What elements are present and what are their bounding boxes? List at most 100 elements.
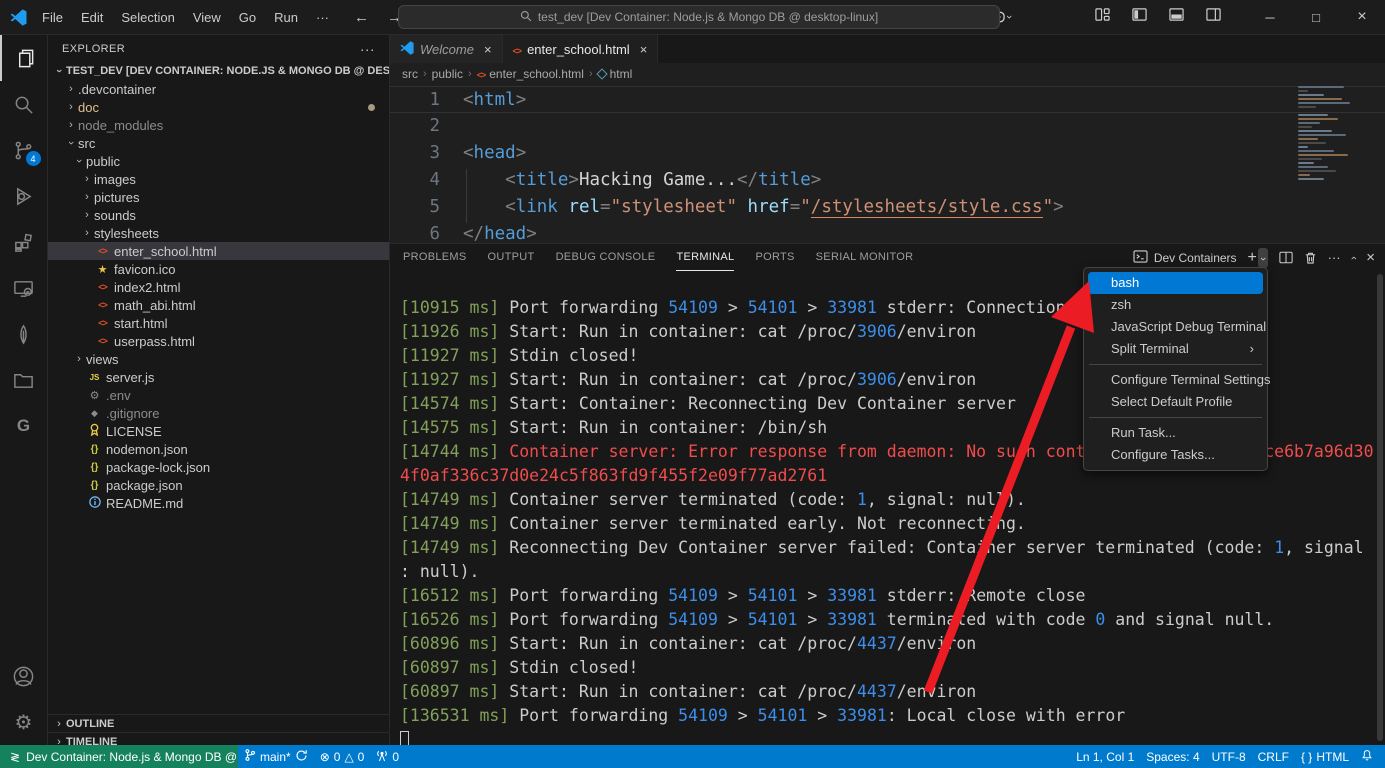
tree-item[interactable]: ›doc — [48, 98, 389, 116]
eol-status[interactable]: CRLF — [1252, 750, 1295, 764]
menu-go[interactable]: Go — [230, 6, 265, 29]
menu-item-javascript-debug-terminal[interactable]: JavaScript Debug Terminal — [1088, 316, 1263, 338]
tree-item[interactable]: ›.devcontainer — [48, 80, 389, 98]
maximize-button[interactable]: □ — [1293, 0, 1339, 35]
menu-selection[interactable]: Selection — [112, 6, 183, 29]
tree-item[interactable]: LICENSE — [48, 422, 389, 440]
code-line[interactable]: 3<head> — [390, 140, 1385, 167]
tree-item[interactable]: {}package.json — [48, 476, 389, 494]
menu-item-select-default-profile[interactable]: Select Default Profile — [1088, 391, 1263, 413]
tree-item[interactable]: JSserver.js — [48, 368, 389, 386]
command-center-search[interactable]: test_dev [Dev Container: Node.js & Mongo… — [398, 5, 1000, 29]
activity-settings[interactable]: ⚙ — [0, 699, 48, 745]
indentation-status[interactable]: Spaces: 4 — [1140, 750, 1205, 764]
maximize-panel-icon[interactable]: › — [1347, 256, 1359, 260]
activity-account[interactable] — [0, 653, 48, 699]
toggle-secondary-sidebar-icon[interactable] — [1206, 7, 1221, 27]
remote-indicator[interactable]: ≷ Dev Container: Node.js & Mongo DB @ de… — [0, 745, 238, 768]
menu-item-run-task-[interactable]: Run Task... — [1088, 422, 1263, 444]
minimize-button[interactable]: ─ — [1247, 0, 1293, 35]
close-tab-icon[interactable]: × — [484, 42, 492, 57]
notifications-bell[interactable] — [1355, 749, 1379, 765]
code-line[interactable]: 1<html> — [390, 86, 1385, 113]
git-branch-status[interactable]: main* — [238, 748, 314, 765]
activity-extensions[interactable] — [0, 219, 48, 265]
menu-item-configure-tasks-[interactable]: Configure Tasks... — [1088, 444, 1263, 466]
menu-[interactable]: ··· — [307, 6, 338, 29]
terminal-scrollbar[interactable] — [1377, 274, 1383, 741]
tree-item[interactable]: <>math_abi.html — [48, 296, 389, 314]
problems-status[interactable]: ⊗ 0 △ 0 — [314, 750, 371, 764]
cursor-position[interactable]: Ln 1, Col 1 — [1070, 750, 1140, 764]
tree-item[interactable]: <>enter_school.html — [48, 242, 389, 260]
menu-item-configure-terminal-settings[interactable]: Configure Terminal Settings — [1088, 369, 1263, 391]
menu-view[interactable]: View — [184, 6, 230, 29]
language-mode[interactable]: { } HTML — [1295, 750, 1355, 764]
customize-layout-icon[interactable] — [1095, 7, 1110, 27]
menu-edit[interactable]: Edit — [72, 6, 112, 29]
menu-item-zsh[interactable]: zsh — [1088, 294, 1263, 316]
section-timeline[interactable]: ›TIMELINE — [48, 732, 389, 745]
activity-mongodb[interactable] — [0, 311, 48, 357]
tree-item[interactable]: ◆.gitignore — [48, 404, 389, 422]
activity-search[interactable] — [0, 81, 48, 127]
back-button[interactable]: ← — [354, 9, 369, 26]
toggle-panel-icon[interactable] — [1169, 7, 1184, 27]
explorer-more-actions-icon[interactable]: ··· — [360, 41, 375, 57]
code-line[interactable]: 2 — [390, 113, 1385, 140]
close-panel-icon[interactable]: × — [1366, 249, 1375, 266]
tree-item[interactable]: ⚙.env — [48, 386, 389, 404]
activity-explorer[interactable] — [0, 35, 48, 81]
activity-remote-explorer[interactable] — [0, 265, 48, 311]
tree-item[interactable]: ›images — [48, 170, 389, 188]
code-line[interactable]: 5 <link rel="stylesheet" href="/styleshe… — [390, 194, 1385, 221]
tree-item[interactable]: ›public — [48, 152, 389, 170]
close-tab-icon[interactable]: × — [640, 42, 648, 57]
tree-item[interactable]: ›src — [48, 134, 389, 152]
terminal-profile[interactable]: Dev Containers — [1133, 250, 1237, 266]
section-outline[interactable]: ›OUTLINE — [48, 714, 389, 732]
tree-item[interactable]: ›TEST_DEV [DEV CONTAINER: NODE.JS & MONG… — [48, 62, 389, 80]
tree-item[interactable]: ›views — [48, 350, 389, 368]
split-terminal-icon[interactable] — [1279, 251, 1293, 264]
tree-item[interactable]: <>userpass.html — [48, 332, 389, 350]
tree-item[interactable]: ›node_modules — [48, 116, 389, 134]
tree-item[interactable]: ›sounds — [48, 206, 389, 224]
menu-item-split-terminal[interactable]: Split Terminal› — [1088, 338, 1263, 360]
tree-item[interactable]: {}package-lock.json — [48, 458, 389, 476]
activity-run-debug[interactable] — [0, 173, 48, 219]
tab-enter-school-html[interactable]: <>enter_school.html× — [503, 35, 659, 63]
tree-item[interactable]: <>index2.html — [48, 278, 389, 296]
tree-item[interactable]: ★favicon.ico — [48, 260, 389, 278]
panel-tab-output[interactable]: OUTPUT — [488, 244, 535, 271]
kill-terminal-icon[interactable] — [1304, 251, 1317, 265]
terminal-profile-dropdown-button[interactable]: › — [1258, 248, 1268, 268]
tree-item[interactable]: ›stylesheets — [48, 224, 389, 242]
tree-item[interactable]: ›pictures — [48, 188, 389, 206]
toggle-sidebar-icon[interactable] — [1132, 7, 1147, 27]
activity-source-control[interactable]: 4 — [0, 127, 48, 173]
new-terminal-button[interactable]: + — [1248, 249, 1257, 267]
activity-gitlens[interactable]: G — [0, 403, 48, 449]
panel-tab-ports[interactable]: PORTS — [755, 244, 794, 271]
tab-welcome[interactable]: Welcome× — [390, 35, 503, 63]
activity-project-manager[interactable] — [0, 357, 48, 403]
breadcrumb-item[interactable]: src — [402, 67, 418, 81]
menu-run[interactable]: Run — [265, 6, 307, 29]
tree-item[interactable]: {}nodemon.json — [48, 440, 389, 458]
encoding-status[interactable]: UTF-8 — [1206, 750, 1252, 764]
menu-file[interactable]: File — [33, 6, 72, 29]
tree-item[interactable]: <>start.html — [48, 314, 389, 332]
forwarded-ports-status[interactable]: 0 — [370, 749, 405, 765]
panel-tab-debug-console[interactable]: DEBUG CONSOLE — [556, 244, 656, 271]
panel-tab-terminal[interactable]: TERMINAL — [676, 244, 734, 271]
code-line[interactable]: 4 <title>Hacking Game...</title> — [390, 167, 1385, 194]
panel-more-actions-icon[interactable]: ··· — [1328, 250, 1341, 265]
breadcrumb-item[interactable]: <>enter_school.html — [477, 67, 584, 81]
close-button[interactable]: × — [1339, 0, 1385, 35]
breadcrumb-item[interactable]: public — [432, 67, 463, 81]
breadcrumb-item[interactable]: html — [598, 67, 633, 81]
panel-tab-serial-monitor[interactable]: SERIAL MONITOR — [816, 244, 914, 271]
minimap[interactable] — [1298, 84, 1363, 196]
menu-item-bash[interactable]: bash — [1088, 272, 1263, 294]
